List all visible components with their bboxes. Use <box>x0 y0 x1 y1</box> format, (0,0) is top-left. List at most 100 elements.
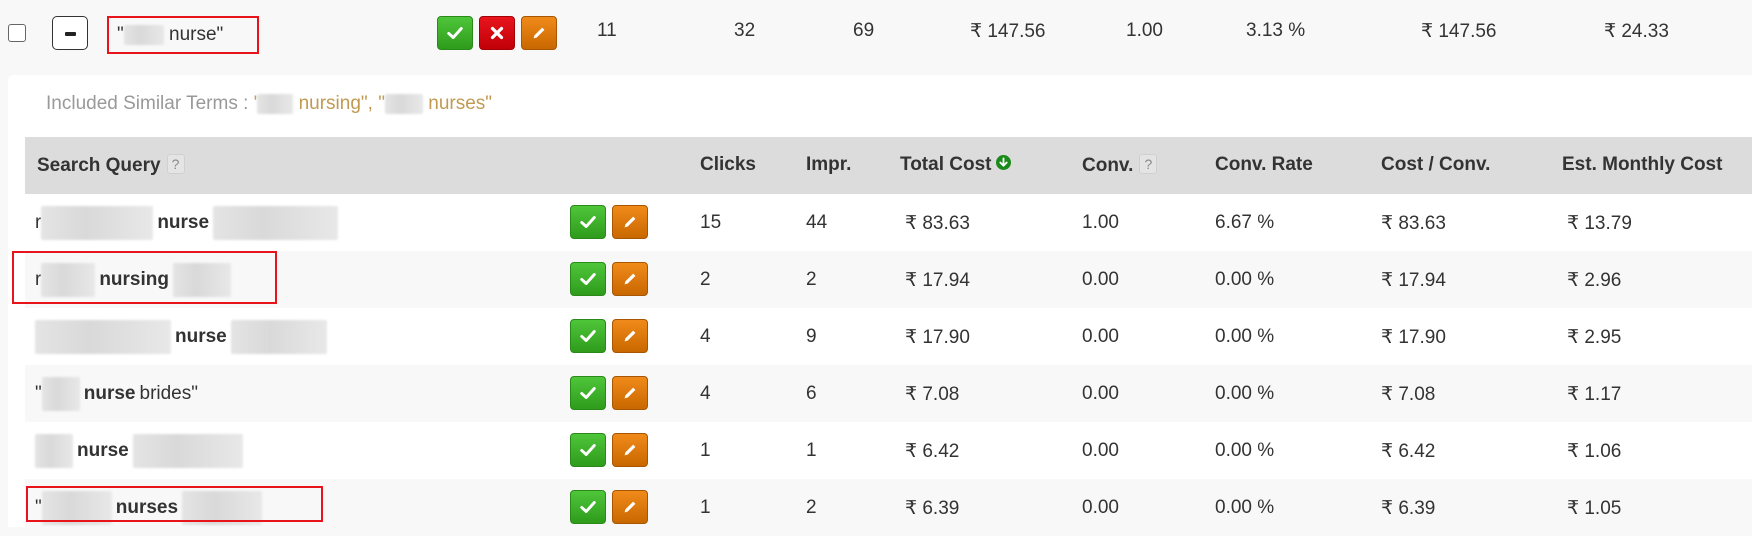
redacted-text <box>35 434 73 468</box>
pencil-icon <box>533 27 545 39</box>
header-search-query[interactable]: Search Query? <box>37 154 185 177</box>
edit-button[interactable] <box>612 205 648 239</box>
pencil-icon <box>624 387 636 399</box>
check-icon <box>447 27 463 39</box>
redacted-text <box>123 24 164 45</box>
impressions-cell: 2 <box>806 497 817 518</box>
clicks-cell: 4 <box>700 383 711 404</box>
table-header: Search Query? Clicks Impr. Total Cost Co… <box>25 137 1752 194</box>
check-icon <box>580 501 596 513</box>
total-cost-cell: ₹ 17.94 <box>905 270 970 291</box>
pencil-icon <box>624 216 636 228</box>
parent-clicks: 11 <box>597 20 617 41</box>
conv-rate-cell: 0.00 % <box>1215 269 1275 290</box>
pencil-icon <box>624 273 636 285</box>
header-impressions[interactable]: Impr. <box>806 154 851 176</box>
cost-per-conv-cell: ₹ 83.63 <box>1381 213 1446 234</box>
est-monthly-cost-cell: ₹ 1.06 <box>1567 441 1622 462</box>
redacted-text <box>41 206 154 240</box>
header-conv-rate[interactable]: Conv. Rate <box>1215 154 1313 176</box>
clicks-cell: 2 <box>700 269 711 290</box>
cost-per-conv-cell: ₹ 6.42 <box>1381 441 1436 462</box>
help-icon[interactable]: ? <box>166 154 185 174</box>
approve-button[interactable] <box>570 262 606 296</box>
redacted-text <box>384 93 423 114</box>
impressions-cell: 1 <box>806 440 817 461</box>
redacted-text <box>230 320 327 354</box>
header-clicks[interactable]: Clicks <box>700 154 756 176</box>
approve-button[interactable] <box>570 376 606 410</box>
total-cost-cell: ₹ 6.39 <box>905 498 960 519</box>
redacted-text <box>41 377 80 411</box>
conv-rate-cell: 0.00 % <box>1215 326 1275 347</box>
highlight-box <box>12 251 277 304</box>
edit-button[interactable] <box>612 319 648 353</box>
approve-button[interactable] <box>437 16 473 50</box>
approve-button[interactable] <box>570 490 606 524</box>
impressions-cell: 9 <box>806 326 817 347</box>
edit-button[interactable] <box>612 433 648 467</box>
reject-button[interactable] <box>479 16 515 50</box>
parent-conv-rate: 3.13 % <box>1246 20 1306 41</box>
est-monthly-cost-cell: ₹ 13.79 <box>1567 213 1632 234</box>
est-monthly-cost-cell: ₹ 2.96 <box>1567 270 1622 291</box>
approve-button[interactable] <box>570 319 606 353</box>
parent-impressions: 32 <box>734 20 756 41</box>
help-icon[interactable]: ? <box>1139 154 1158 174</box>
table-row: nurse 1 1 ₹ 6.42 0.00 0.00 % ₹ 6.42 ₹ 1.… <box>25 422 1752 479</box>
total-cost-cell: ₹ 17.90 <box>905 327 970 348</box>
conversions-cell: 0.00 <box>1082 383 1119 404</box>
approve-button[interactable] <box>570 433 606 467</box>
check-icon <box>580 387 596 399</box>
est-monthly-cost-cell: ₹ 1.05 <box>1567 498 1622 519</box>
conversions-cell: 0.00 <box>1082 497 1119 518</box>
clicks-cell: 1 <box>700 497 711 518</box>
conv-rate-cell: 0.00 % <box>1215 497 1275 518</box>
edit-button[interactable] <box>612 262 648 296</box>
cost-per-conv-cell: ₹ 7.08 <box>1381 384 1436 405</box>
edit-button[interactable] <box>521 16 557 50</box>
included-similar-terms: Included Similar Terms : ' nursing", " n… <box>46 93 493 114</box>
cost-per-conv-cell: ₹ 17.94 <box>1381 270 1446 291</box>
parent-col3: 69 <box>853 20 875 41</box>
total-cost-cell: ₹ 83.63 <box>905 213 970 234</box>
conversions-cell: 0.00 <box>1082 326 1119 347</box>
table-body: r nurse 15 44 ₹ 83.63 1.00 6.67 % ₹ 83.63… <box>25 194 1752 536</box>
sort-desc-icon[interactable] <box>996 155 1012 170</box>
header-total-cost[interactable]: Total Cost <box>900 154 1012 176</box>
collapse-button[interactable] <box>52 16 88 50</box>
table-row: nurse 4 9 ₹ 17.90 0.00 0.00 % ₹ 17.90 ₹ … <box>25 308 1752 365</box>
conv-rate-cell: 0.00 % <box>1215 383 1275 404</box>
parent-est-monthly-cost: ₹ 24.33 <box>1604 21 1669 42</box>
search-query-cell: nurse <box>35 319 327 355</box>
pencil-icon <box>624 444 636 456</box>
edit-button[interactable] <box>612 376 648 410</box>
check-icon <box>580 330 596 342</box>
impressions-cell: 44 <box>806 212 828 233</box>
edit-button[interactable] <box>612 490 648 524</box>
conversions-cell: 0.00 <box>1082 269 1119 290</box>
est-monthly-cost-cell: ₹ 1.17 <box>1567 384 1622 405</box>
cost-per-conv-cell: ₹ 6.39 <box>1381 498 1436 519</box>
impressions-cell: 2 <box>806 269 817 290</box>
parent-keyword-term: " nurse" <box>107 16 259 54</box>
row-checkbox[interactable] <box>8 24 26 42</box>
table-row: " nurse brides" 4 6 ₹ 7.08 0.00 0.00 % ₹ … <box>25 365 1752 422</box>
parent-cost-per-conv: ₹ 147.56 <box>1421 21 1497 42</box>
conv-rate-cell: 6.67 % <box>1215 212 1275 233</box>
clicks-cell: 4 <box>700 326 711 347</box>
parent-conversions: 1.00 <box>1126 20 1163 41</box>
parent-keyword-row: " nurse" 11 32 69 ₹ 147.56 1.00 3.13 % ₹… <box>0 0 1752 66</box>
check-icon <box>580 444 596 456</box>
pencil-icon <box>624 330 636 342</box>
cost-per-conv-cell: ₹ 17.90 <box>1381 327 1446 348</box>
header-conversions[interactable]: Conv.? <box>1082 154 1158 177</box>
approve-button[interactable] <box>570 205 606 239</box>
redacted-text <box>257 93 294 114</box>
conv-rate-cell: 0.00 % <box>1215 440 1275 461</box>
redacted-text <box>35 320 171 354</box>
pencil-icon <box>624 501 636 513</box>
header-est-monthly-cost[interactable]: Est. Monthly Cost <box>1562 154 1722 176</box>
header-cost-per-conv[interactable]: Cost / Conv. <box>1381 154 1490 176</box>
search-query-table: Search Query? Clicks Impr. Total Cost Co… <box>25 137 1752 536</box>
